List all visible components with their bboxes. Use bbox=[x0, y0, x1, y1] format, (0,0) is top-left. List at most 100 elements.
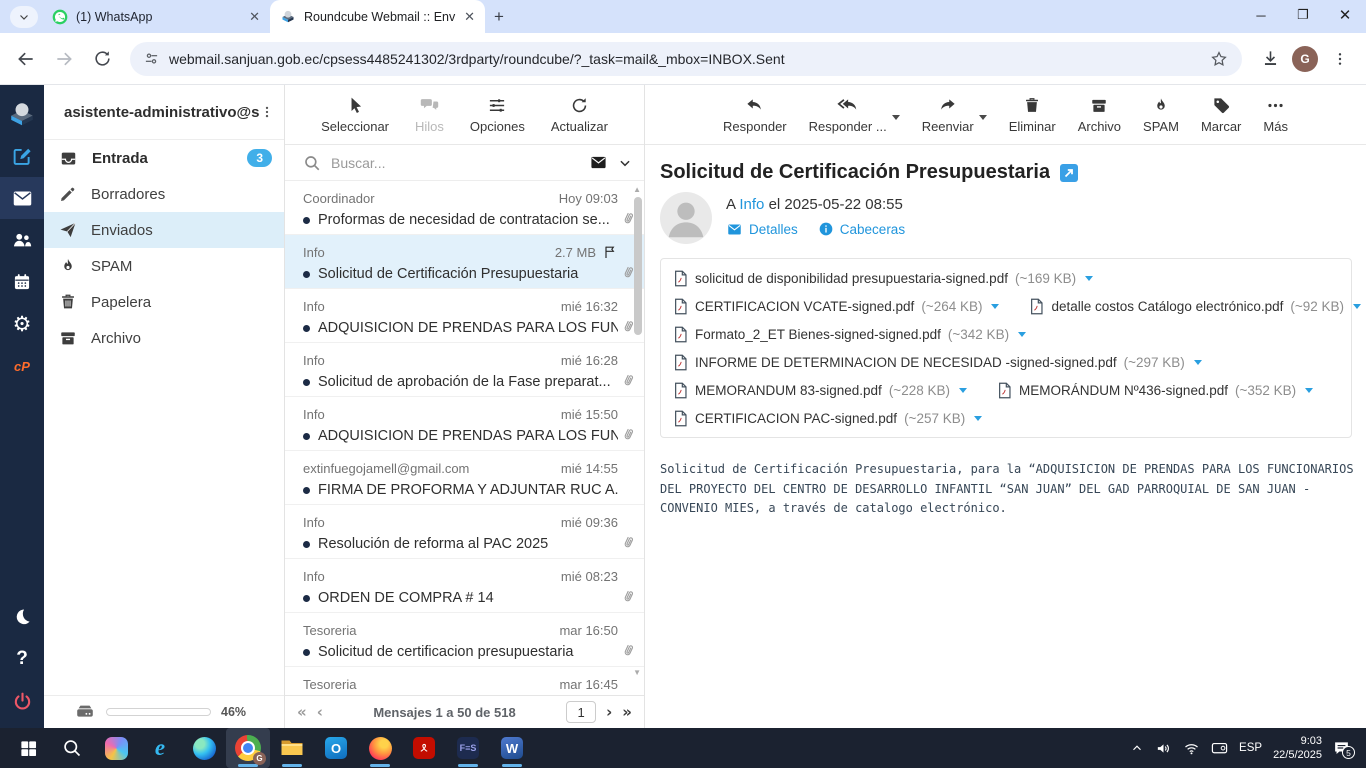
tray-expand-icon[interactable] bbox=[1130, 741, 1144, 755]
restore-button[interactable]: ❐ bbox=[1282, 0, 1324, 30]
recipient-link[interactable]: Info bbox=[739, 196, 764, 213]
forward-menu-caret[interactable] bbox=[979, 115, 987, 120]
archive-button[interactable]: Archivo bbox=[1078, 96, 1121, 134]
attachment[interactable]: CERTIFICACION VCATE-signed.pdf(~264 KB) bbox=[673, 298, 999, 315]
close-button[interactable]: ✕ bbox=[1324, 0, 1366, 30]
message-row[interactable]: Tesoreriamar 16:50 Solicitud de certific… bbox=[285, 613, 644, 667]
back-button[interactable] bbox=[10, 43, 42, 75]
firefox-icon[interactable] bbox=[358, 728, 402, 768]
attachment-menu-caret[interactable] bbox=[1194, 360, 1202, 365]
wifi-icon[interactable] bbox=[1183, 740, 1200, 757]
folder-archive[interactable]: Archivo bbox=[44, 320, 284, 356]
taskbar-search-icon[interactable] bbox=[50, 728, 94, 768]
folder-spam[interactable]: SPAM bbox=[44, 248, 284, 284]
calendar-nav-button[interactable] bbox=[0, 261, 44, 303]
attachment-menu-caret[interactable] bbox=[1085, 276, 1093, 281]
browser-profile-avatar[interactable]: G bbox=[1292, 46, 1318, 72]
tab-whatsapp[interactable]: (1) WhatsApp ✕ bbox=[42, 0, 270, 33]
search-input[interactable] bbox=[331, 155, 579, 171]
cpanel-icon[interactable]: cP bbox=[0, 345, 44, 387]
attachment-menu-caret[interactable] bbox=[1305, 388, 1313, 393]
spam-button[interactable]: SPAM bbox=[1143, 96, 1179, 134]
search-scope-mail-icon[interactable] bbox=[589, 154, 608, 171]
account-menu-icon[interactable] bbox=[260, 104, 274, 120]
language-indicator[interactable]: ESP bbox=[1239, 742, 1262, 754]
prev-page-button[interactable]: ‹ bbox=[317, 703, 323, 721]
select-button[interactable]: Seleccionar bbox=[321, 96, 389, 134]
last-page-button[interactable]: » bbox=[622, 703, 632, 721]
new-tab-button[interactable]: + bbox=[485, 3, 513, 31]
contacts-nav-button[interactable] bbox=[0, 219, 44, 261]
start-button[interactable] bbox=[6, 728, 50, 768]
folder-sent[interactable]: Enviados bbox=[44, 212, 284, 248]
attachment[interactable]: solicitud de disponibilidad presupuestar… bbox=[673, 270, 1093, 287]
forward-button[interactable]: Reenviar bbox=[922, 96, 974, 134]
folder-trash[interactable]: Papelera bbox=[44, 284, 284, 320]
word-icon[interactable]: W bbox=[490, 728, 534, 768]
forward-button[interactable] bbox=[48, 43, 80, 75]
more-button[interactable]: Más bbox=[1263, 96, 1288, 134]
message-row[interactable]: extinfuegojamell@gmail.commié 14:55 FIRM… bbox=[285, 451, 644, 505]
headers-toggle[interactable]: Cabeceras bbox=[818, 221, 905, 237]
tab-close-icon[interactable]: ✕ bbox=[464, 9, 475, 25]
reload-button[interactable] bbox=[86, 43, 118, 75]
chrome-icon[interactable]: G bbox=[226, 728, 270, 768]
notification-center-icon[interactable]: 5 bbox=[1333, 740, 1350, 756]
flag-icon[interactable] bbox=[602, 244, 618, 260]
dark-mode-icon[interactable] bbox=[0, 596, 44, 638]
url-text[interactable]: webmail.sanjuan.gob.ec/cpsess4485241302/… bbox=[169, 51, 1200, 67]
acrobat-icon[interactable] bbox=[402, 728, 446, 768]
help-icon[interactable]: ? bbox=[0, 638, 44, 680]
message-row[interactable]: Infomié 15:50 ADQUISICION DE PRENDAS PAR… bbox=[285, 397, 644, 451]
logout-icon[interactable] bbox=[0, 680, 44, 722]
attachment-menu-caret[interactable] bbox=[991, 304, 999, 309]
attachment-menu-caret[interactable] bbox=[1353, 304, 1361, 309]
outlook-icon[interactable]: O bbox=[314, 728, 358, 768]
options-button[interactable]: Opciones bbox=[470, 96, 525, 134]
next-page-button[interactable]: › bbox=[606, 703, 612, 721]
message-row[interactable]: Infomié 16:28 Solicitud de aprobación de… bbox=[285, 343, 644, 397]
fes-app-icon[interactable]: F≡S bbox=[446, 728, 490, 768]
mark-button[interactable]: Marcar bbox=[1201, 96, 1241, 134]
attachment[interactable]: detalle costos Catálogo electrónico.pdf(… bbox=[1029, 298, 1361, 315]
open-in-new-window-icon[interactable] bbox=[1060, 164, 1078, 182]
copilot-icon[interactable] bbox=[94, 728, 138, 768]
attachment-menu-caret[interactable] bbox=[959, 388, 967, 393]
cast-icon[interactable] bbox=[1211, 741, 1228, 756]
volume-icon[interactable] bbox=[1155, 740, 1172, 757]
compose-button[interactable] bbox=[0, 135, 44, 177]
attachment[interactable]: MEMORANDUM 83-signed.pdf(~228 KB) bbox=[673, 382, 967, 399]
message-row[interactable]: Infomié 08:23 ORDEN DE COMPRA # 14 bbox=[285, 559, 644, 613]
mail-nav-button[interactable] bbox=[0, 177, 44, 219]
first-page-button[interactable]: « bbox=[297, 703, 307, 721]
internet-explorer-icon[interactable]: e bbox=[138, 728, 182, 768]
threads-button[interactable]: Hilos bbox=[415, 96, 444, 134]
minimize-button[interactable]: ─ bbox=[1240, 0, 1282, 30]
attachment-menu-caret[interactable] bbox=[1018, 332, 1026, 337]
attachment[interactable]: Formato_2_ET Bienes-signed-signed.pdf(~3… bbox=[673, 326, 1026, 343]
message-row-selected[interactable]: Info2.7 MB Solicitud de Certificación Pr… bbox=[285, 235, 644, 289]
browser-menu-icon[interactable] bbox=[1324, 43, 1356, 75]
tab-close-icon[interactable]: ✕ bbox=[249, 9, 260, 25]
attachment[interactable]: MEMORÁNDUM Nº436-signed.pdf(~352 KB) bbox=[997, 382, 1313, 399]
reply-button[interactable]: Responder bbox=[723, 96, 787, 134]
folder-drafts[interactable]: Borradores bbox=[44, 176, 284, 212]
search-options-chevron-icon[interactable] bbox=[618, 156, 632, 170]
reply-all-button[interactable]: Responder ... bbox=[809, 96, 887, 134]
details-toggle[interactable]: Detalles bbox=[726, 222, 798, 237]
file-explorer-icon[interactable] bbox=[270, 728, 314, 768]
downloads-icon[interactable] bbox=[1254, 43, 1286, 75]
folder-inbox[interactable]: Entrada 3 bbox=[44, 140, 284, 176]
attachment[interactable]: INFORME DE DETERMINACION DE NECESIDAD -s… bbox=[673, 354, 1202, 371]
site-settings-icon[interactable] bbox=[144, 51, 159, 66]
page-number-input[interactable] bbox=[566, 701, 596, 723]
settings-nav-button[interactable]: ⚙ bbox=[0, 303, 44, 345]
bookmark-star-icon[interactable] bbox=[1210, 50, 1228, 68]
message-row[interactable]: Tesoreriamar 16:45 bbox=[285, 667, 644, 695]
url-bar[interactable]: webmail.sanjuan.gob.ec/cpsess4485241302/… bbox=[130, 42, 1242, 76]
tab-search-button[interactable] bbox=[10, 6, 38, 28]
tab-roundcube[interactable]: Roundcube Webmail :: Enviado... ✕ bbox=[270, 0, 485, 33]
message-row[interactable]: Infomié 16:32 ADQUISICION DE PRENDAS PAR… bbox=[285, 289, 644, 343]
attachment[interactable]: CERTIFICACION PAC-signed.pdf(~257 KB) bbox=[673, 410, 982, 427]
edge-icon[interactable] bbox=[182, 728, 226, 768]
